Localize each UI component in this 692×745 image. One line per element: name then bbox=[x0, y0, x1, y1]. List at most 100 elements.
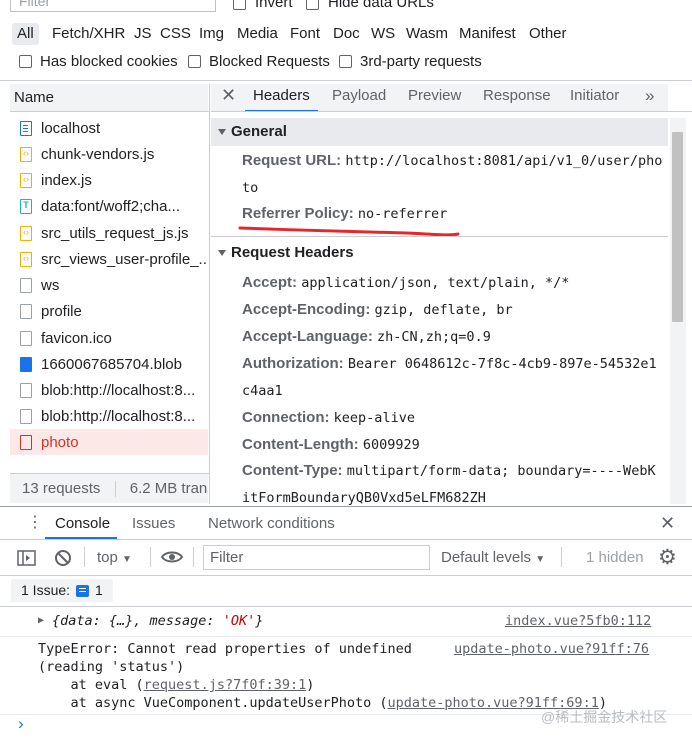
request-row-ws[interactable]: ws bbox=[10, 272, 208, 298]
header-value: 6009929 bbox=[362, 437, 420, 453]
dropdown-arrow-icon: ▼ bbox=[122, 554, 132, 565]
panel-divider[interactable] bbox=[209, 84, 210, 504]
request-row-font[interactable]: T data:font/woff2;cha... bbox=[10, 193, 208, 219]
header-value: Bearer 0648612c-7f8c-4cb9-897e-54532e1 bbox=[347, 356, 657, 372]
document-icon bbox=[20, 120, 32, 136]
blocked-requests-option[interactable]: Blocked Requests bbox=[188, 53, 330, 70]
request-name: profile bbox=[41, 302, 82, 320]
request-name: chunk-vendors.js bbox=[41, 145, 155, 163]
type-filter-other[interactable]: Other bbox=[529, 23, 567, 45]
type-filter-css[interactable]: CSS bbox=[160, 23, 191, 45]
request-row-blob-image[interactable]: 1660067685704.blob bbox=[10, 351, 208, 377]
drawer-menu-icon[interactable]: ⋮ bbox=[27, 515, 43, 531]
file-icon bbox=[20, 382, 32, 398]
network-filter-input[interactable]: Filter bbox=[10, 0, 216, 12]
type-filter-media[interactable]: Media bbox=[237, 23, 278, 45]
log-levels-dropdown[interactable]: Default levels ▼ bbox=[441, 549, 545, 566]
type-filter-manifest[interactable]: Manifest bbox=[459, 23, 516, 45]
issues-button[interactable]: 1 Issue: 1 bbox=[11, 579, 113, 602]
header-row-accept: Accept: application/json, text/plain, */… bbox=[242, 274, 569, 291]
dropdown-arrow-icon: ▼ bbox=[535, 554, 546, 565]
header-key: Accept: bbox=[242, 274, 298, 291]
general-section-header[interactable]: General bbox=[211, 118, 668, 146]
request-headers-section-header[interactable]: Request Headers bbox=[211, 239, 668, 267]
type-filter-fetch-xhr[interactable]: Fetch/XHR bbox=[52, 23, 125, 45]
console-prompt-icon[interactable]: › bbox=[18, 714, 24, 734]
expand-triangle-icon[interactable]: ▶ bbox=[38, 615, 44, 626]
third-party-requests-option[interactable]: 3rd-party requests bbox=[339, 53, 482, 70]
type-filter-js[interactable]: JS bbox=[134, 23, 152, 45]
type-filter-ws[interactable]: WS bbox=[371, 23, 395, 45]
tab-issues[interactable]: Issues bbox=[132, 515, 175, 532]
file-icon bbox=[20, 277, 32, 293]
hidden-count: 1 hidden bbox=[586, 549, 644, 566]
divider bbox=[211, 236, 668, 237]
live-expression-eye-icon[interactable] bbox=[160, 549, 184, 565]
request-row-chunk-vendors[interactable]: ‹› chunk-vendors.js bbox=[10, 141, 208, 167]
tab-preview[interactable]: Preview bbox=[408, 84, 461, 111]
type-filter-wasm[interactable]: Wasm bbox=[406, 23, 448, 45]
request-row-blob-2[interactable]: blob:http://localhost:8... bbox=[10, 403, 208, 429]
console-filter-input[interactable]: Filter bbox=[203, 545, 430, 570]
name-column-header[interactable]: Name bbox=[10, 84, 208, 111]
request-row-index-js[interactable]: ‹› index.js bbox=[10, 167, 208, 193]
header-value: application/json, text/plain, */* bbox=[301, 275, 570, 291]
request-row-request-js[interactable]: ‹› src_utils_request_js.js bbox=[10, 220, 208, 246]
hide-data-urls-checkbox[interactable] bbox=[306, 0, 319, 11]
stack-text: at eval ( bbox=[38, 677, 144, 693]
close-icon[interactable]: ✕ bbox=[221, 84, 236, 111]
tab-headers[interactable]: Headers bbox=[245, 84, 318, 112]
clear-console-icon[interactable] bbox=[54, 549, 72, 567]
stack-link[interactable]: request.js?7f0f:39:1 bbox=[144, 677, 307, 693]
checkbox-icon[interactable] bbox=[19, 55, 32, 68]
close-drawer-icon[interactable]: ✕ bbox=[660, 513, 675, 534]
request-url-row: Request URL: http://localhost:8081/api/v… bbox=[242, 152, 662, 169]
header-key: Request URL: bbox=[242, 152, 342, 169]
header-key: Connection: bbox=[242, 409, 330, 426]
invert-checkbox[interactable] bbox=[233, 0, 246, 11]
header-row-content-type-continued: itFormBoundaryQB0Vxd5eLFM682ZH bbox=[242, 489, 486, 506]
request-name: index.js bbox=[41, 171, 92, 189]
drawer-divider[interactable] bbox=[0, 506, 692, 507]
tab-initiator[interactable]: Initiator bbox=[570, 84, 619, 111]
type-filter-img[interactable]: Img bbox=[199, 23, 224, 45]
type-filter-all[interactable]: All bbox=[12, 23, 39, 45]
request-headers-title: Request Headers bbox=[231, 244, 354, 261]
request-row-profile[interactable]: profile bbox=[10, 298, 208, 324]
context-selector[interactable]: top ▼ bbox=[97, 549, 132, 566]
tab-response[interactable]: Response bbox=[483, 84, 551, 111]
request-row-blob-1[interactable]: blob:http://localhost:8... bbox=[10, 377, 208, 403]
referrer-policy-row: Referrer Policy: no-referrer bbox=[242, 205, 447, 222]
type-filter-doc[interactable]: Doc bbox=[333, 23, 360, 45]
checkbox-icon[interactable] bbox=[188, 55, 201, 68]
checkbox-icon[interactable] bbox=[339, 55, 352, 68]
more-tabs-icon[interactable]: » bbox=[645, 84, 654, 111]
source-link[interactable]: index.vue?5fb0:112 bbox=[505, 613, 651, 629]
source-link[interactable]: update-photo.vue?91ff:76 bbox=[454, 641, 649, 657]
tab-network-conditions[interactable]: Network conditions bbox=[208, 515, 335, 532]
header-value: zh-CN,zh;q=0.9 bbox=[377, 329, 491, 345]
sidebar-toggle-icon[interactable] bbox=[17, 549, 37, 567]
request-row-localhost[interactable]: localhost bbox=[10, 115, 208, 141]
request-row-user-profile[interactable]: ‹› src_views_user-profile_... bbox=[10, 246, 208, 272]
header-row-authorization-continued: c4aa1 bbox=[242, 382, 283, 399]
type-filter-font[interactable]: Font bbox=[290, 23, 320, 45]
console-log-message[interactable]: ▶ {data: {…}, message: 'OK'} bbox=[38, 613, 263, 629]
network-summary: 13 requests 6.2 MB trans bbox=[10, 474, 208, 503]
request-row-favicon[interactable]: favicon.ico bbox=[10, 325, 208, 351]
header-key: Referrer Policy: bbox=[242, 205, 354, 222]
header-row-content-length: Content-Length: 6009929 bbox=[242, 436, 420, 453]
stack-text: at async VueComponent.updateUserPhoto ( bbox=[38, 695, 388, 711]
divider bbox=[0, 539, 692, 540]
script-icon: ‹› bbox=[20, 225, 32, 241]
headers-scrollbar[interactable] bbox=[670, 118, 686, 504]
scrollbar-thumb[interactable] bbox=[672, 132, 683, 322]
error-file-icon bbox=[20, 434, 32, 450]
header-row-content-type: Content-Type: multipart/form-data; bound… bbox=[242, 462, 656, 479]
request-name: localhost bbox=[41, 119, 101, 137]
settings-gear-icon[interactable]: ⚙ bbox=[658, 545, 677, 570]
tab-payload[interactable]: Payload bbox=[332, 84, 386, 111]
request-row-photo[interactable]: photo bbox=[10, 429, 208, 455]
tab-console[interactable]: Console bbox=[55, 515, 110, 532]
has-blocked-cookies-option[interactable]: Has blocked cookies bbox=[19, 53, 178, 70]
